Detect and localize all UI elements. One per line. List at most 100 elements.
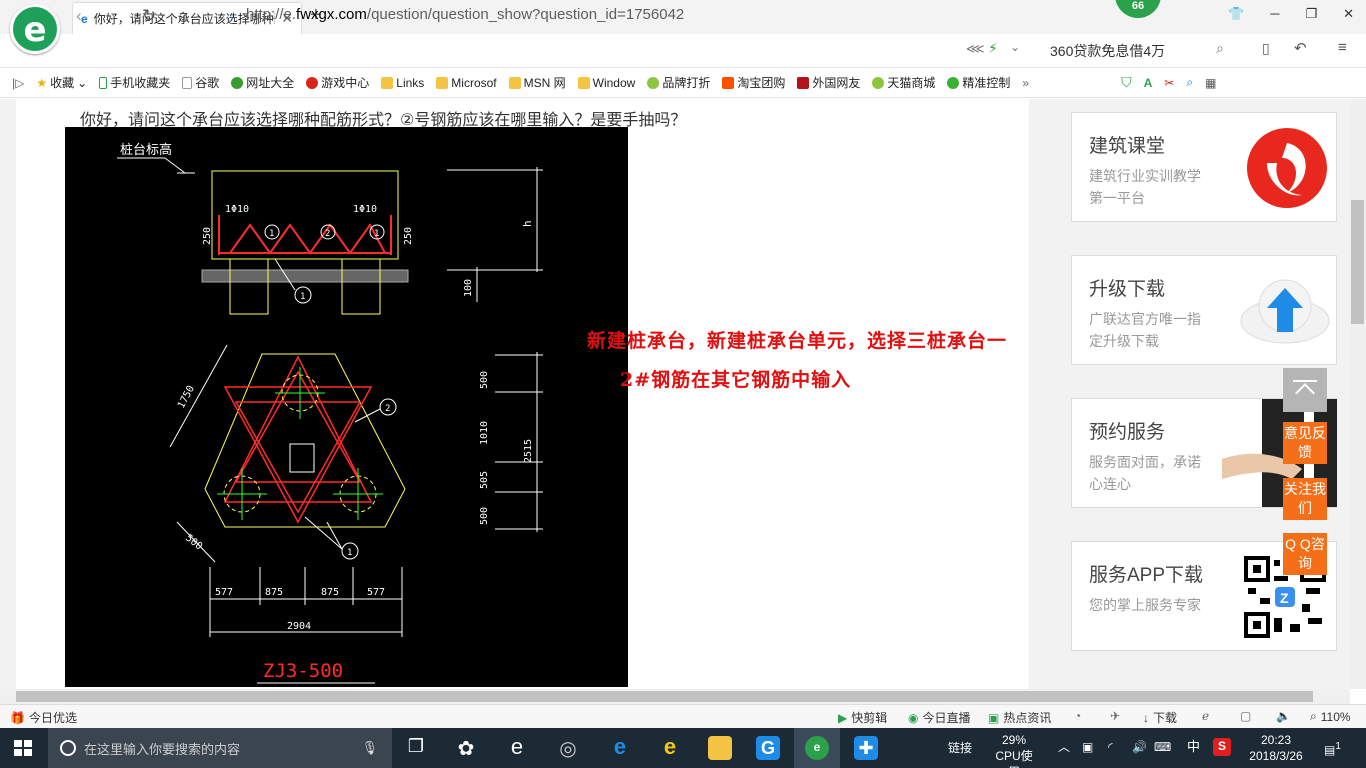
ime-indicator[interactable]: 中 [1187,739,1200,755]
keyboard-icon[interactable]: ⌨ [1154,739,1171,755]
ie-mode-icon[interactable]: ℯ [1202,709,1209,723]
search-icon[interactable]: ⌕ [1216,40,1224,57]
vertical-scrollbar[interactable] [1350,99,1366,689]
today-picks[interactable]: 🎁 今日优选 [10,709,77,726]
windows-start-icon[interactable] [14,740,32,756]
feedback-button[interactable]: 意见反馈 [1283,422,1327,464]
sidebar-toggle-icon[interactable]: |▷ [12,76,24,90]
back-to-top-button[interactable] [1283,368,1327,412]
bookmark-item[interactable]: Links [381,76,424,90]
phone-bookmark-icon [99,76,108,89]
taskbar-search[interactable]: 在这里输入你要搜索的内容 🎙 [48,728,392,768]
minimize-icon[interactable]: ─ [1270,6,1279,22]
news-ticker[interactable]: 360贷款免息借4万 [1050,41,1165,61]
ie11-icon[interactable]: e [658,736,682,760]
cpu-usage[interactable]: 29%CPU使用 [990,732,1038,768]
undo-icon[interactable]: ↶ [1294,39,1307,57]
more-bookmarks-icon[interactable]: » [1022,76,1029,90]
ie-app-icon[interactable]: e [505,736,529,760]
window-icon[interactable]: ▢ [1240,709,1251,723]
speed-icon[interactable]: ◔ [1074,709,1081,723]
cad-callout: 1 [300,292,305,302]
menu-icon[interactable]: ≡ [1338,39,1347,56]
share-icon[interactable]: ⋘ [966,41,985,57]
notification-center-icon[interactable]: ▤1 [1324,739,1341,758]
windows-taskbar: 在这里输入你要搜索的内容 🎙 ❐ ✿ e ◎ e e G e ✚ 链接 29% C… [0,728,1366,768]
tray-expand-icon[interactable]: ︿ [1058,739,1070,755]
download-button[interactable]: ↓ 下载 [1143,709,1177,726]
bookmark-item[interactable]: Window [577,76,635,90]
vertical-scroll-thumb[interactable] [1351,200,1364,324]
shield-icon[interactable]: ⛉ [1121,74,1132,91]
chevron-down-icon[interactable]: ⌄ [1010,40,1020,54]
microphone-icon[interactable]: 🎙 [361,740,378,756]
wifi-icon[interactable]: ◜ [1108,739,1113,755]
apps-icon[interactable]: ▦ [1205,76,1216,90]
gift-icon: 🎁 [10,710,25,725]
lightning-icon[interactable]: ⚡ [988,40,998,57]
tray-app-icon[interactable]: ▣ [1082,739,1093,755]
bookmark-item[interactable]: 精准控制 [947,74,1010,91]
home-icon[interactable]: ⌂ [178,6,188,26]
news-icon: ▣ [988,710,1000,725]
back-icon[interactable]: ‹ [76,6,82,26]
bookmark-item[interactable]: 游戏中心 [306,74,369,91]
network-label[interactable]: 链接 [948,740,972,756]
bookmark-item[interactable]: 品牌打折 [647,74,710,91]
sogou-icon[interactable]: S [1213,738,1231,756]
pin-icon[interactable]: ✈ [1110,709,1120,723]
glodon-app-icon[interactable]: G [756,736,780,760]
cad-dim: 505 [479,471,490,489]
sidebar-card-upgrade[interactable]: 升级下载 广联达官方唯一指定升级下载 [1071,255,1337,365]
qq-consult-button[interactable]: Q Q咨询 [1283,533,1327,575]
card-title: 预约服务 [1089,422,1166,443]
news-button[interactable]: ▣ 热点资讯 [988,709,1051,726]
pinwheel-icon[interactable]: ✿ [454,736,478,760]
task-view-icon[interactable]: ❐ [404,736,428,760]
url-field[interactable]: http://e.fwxgx.com/question/question_sho… [246,6,684,23]
kuaijian-button[interactable]: ▶ 快剪辑 [838,709,887,726]
cad-dim: 1010 [479,421,490,445]
phone-icon[interactable]: ▯ [1262,40,1270,57]
zoom-level[interactable]: ⌕ 110% [1310,709,1351,724]
cad-label-top: 桩台标高 [120,142,172,158]
bookmark-item[interactable]: Microsof [436,76,497,90]
refresh-icon[interactable]: ↻ [142,6,156,26]
window-controls: 👕 ─ ❐ ✕ [1228,6,1354,22]
bookmark-item[interactable]: 谷歌 [182,74,219,91]
translate-icon[interactable]: A [1144,76,1153,90]
live-button[interactable]: ◉ 今日直播 [908,709,971,726]
clock[interactable]: 20:23 2018/3/26 [1244,732,1308,764]
edge-icon[interactable]: e [608,736,632,760]
cad-dim: 250 [403,227,414,245]
bookmark-item[interactable]: 网址大全 [231,74,294,91]
browser-taskbar-active[interactable]: e [794,728,840,768]
bookmark-item[interactable]: 手机收藏夹 [99,74,170,91]
chrome-like-icon[interactable]: ◎ [556,736,580,760]
file-explorer-icon[interactable] [708,736,732,760]
restore-icon[interactable]: ❐ [1305,6,1317,22]
scissors-icon[interactable]: ✂ [1164,76,1174,90]
volume-icon[interactable]: 🔈 [1276,709,1291,723]
cad-bar-label: 1Φ10 [225,204,249,215]
folder-icon [508,76,521,89]
bookmark-item[interactable]: MSN 网 [508,74,566,91]
shirt-icon[interactable]: 👕 [1228,6,1244,22]
remote-app-icon[interactable]: ✚ [854,736,878,760]
bookmark-item[interactable]: ★ 收藏 ⌄ [36,74,87,91]
search-icon[interactable]: ⌕ [1186,75,1193,90]
browser-logo-icon[interactable]: e [10,4,60,54]
card-desc: 您的掌上服务专家 [1089,597,1201,613]
close-window-icon[interactable]: ✕ [1343,6,1354,22]
bookmark-item[interactable]: 外国网友 [797,74,860,91]
speaker-icon[interactable]: 🔊 [1132,739,1147,755]
horizontal-scroll-thumb[interactable] [16,691,1313,702]
forward-icon[interactable]: › [110,6,116,26]
follow-us-button[interactable]: 关注我们 [1283,478,1327,520]
sidebar-card-classroom[interactable]: 建筑课堂 建筑行业实训教学第一平台 [1071,112,1337,222]
game-icon [306,76,319,89]
bookmark-item[interactable]: 淘宝团购 [722,74,785,91]
bookmark-item[interactable]: 天猫商城 [872,74,935,91]
card-title: 服务APP下载 [1089,565,1204,586]
cad-bar-label: 1Φ10 [353,204,377,215]
